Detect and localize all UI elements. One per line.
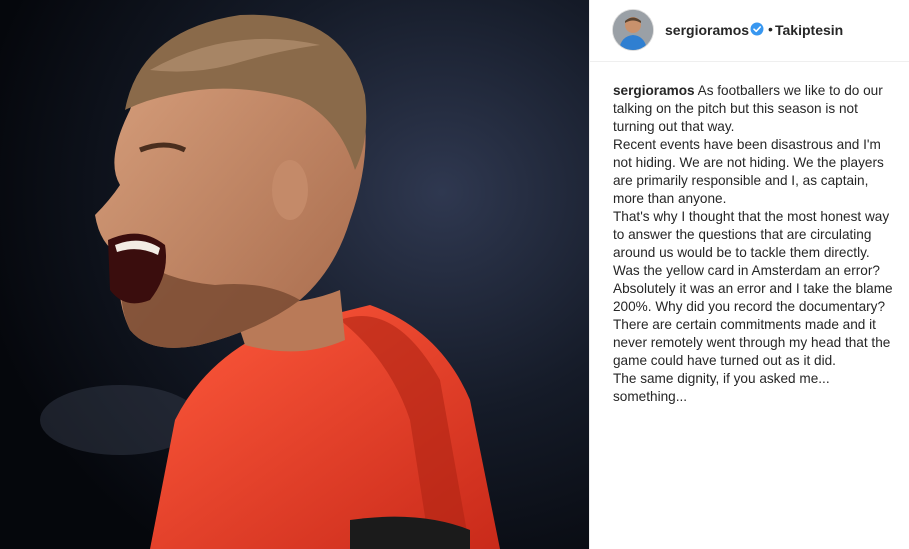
caption-username-link[interactable]: sergioramos xyxy=(613,83,695,98)
post-header: sergioramos • Takiptesin xyxy=(590,0,909,62)
player-photo-illustration xyxy=(0,0,589,549)
username-link[interactable]: sergioramos xyxy=(665,22,749,38)
caption: sergioramos As footballers we like to do… xyxy=(613,82,895,428)
avatar-image xyxy=(613,10,653,50)
avatar[interactable] xyxy=(613,10,653,50)
separator-dot: • xyxy=(768,21,773,37)
caption-line: The same dignity, if you asked me... som… xyxy=(613,371,830,404)
caption-line: Absolutely it was an error and I take th… xyxy=(613,281,893,314)
caption-line: That's why I thought that the most hones… xyxy=(613,209,890,260)
post-side-panel: sergioramos • Takiptesin sergioramos As … xyxy=(589,0,909,549)
verified-badge-icon xyxy=(750,22,764,36)
caption-scrollbar[interactable] xyxy=(900,75,903,430)
caption-line: There are certain commitments made and i… xyxy=(613,317,891,368)
following-button[interactable]: Takiptesin xyxy=(775,22,843,38)
caption-paragraph: sergioramos As footballers we like to do… xyxy=(613,82,895,136)
caption-line: Recent events have been disastrous and I… xyxy=(613,137,884,206)
post-photo[interactable] xyxy=(0,0,589,549)
caption-line: Was the yellow card in Amsterdam an erro… xyxy=(613,263,880,278)
